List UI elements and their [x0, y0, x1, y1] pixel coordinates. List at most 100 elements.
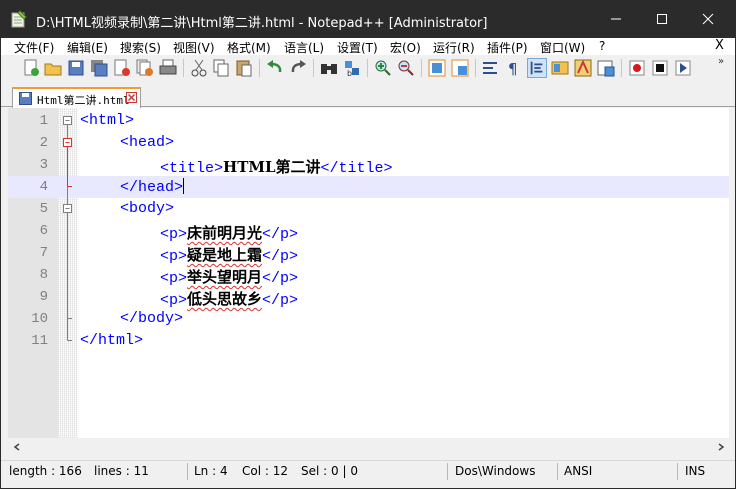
code-line[interactable]: 5 <body> [8, 198, 729, 220]
toolbar-separator [367, 59, 368, 77]
text-caret [183, 178, 185, 194]
sync-horizontal-icon[interactable] [450, 58, 470, 78]
cut-icon[interactable] [189, 58, 209, 78]
scroll-left-button[interactable] [8, 438, 25, 455]
play-macro-icon[interactable] [673, 58, 693, 78]
menu-macro[interactable]: 宏(O) [390, 39, 421, 56]
menu-format[interactable]: 格式(M) [227, 39, 271, 56]
line-number: 9 [39, 289, 48, 305]
code-line[interactable]: 7 <p>疑是地上霜</p> [8, 242, 729, 265]
line-number: 8 [39, 267, 48, 283]
minimize-button[interactable] [593, 0, 639, 38]
svg-text:b: b [347, 69, 352, 78]
close-all-icon[interactable] [135, 58, 155, 78]
status-insert-mode[interactable]: INS [685, 464, 705, 478]
word-wrap-icon[interactable] [481, 58, 501, 78]
tab-bar: Html第二讲.html [1, 83, 735, 108]
status-encoding[interactable]: ANSI [564, 464, 592, 478]
minimize-icon [611, 18, 621, 20]
status-line-number: Ln : 4 [194, 464, 228, 478]
show-all-characters-icon[interactable]: ¶ [504, 58, 524, 78]
toolbar-separator [183, 59, 184, 77]
line-number: 10 [31, 311, 48, 327]
redo-icon[interactable] [288, 58, 308, 78]
notepad-app-icon [11, 10, 27, 28]
code-line[interactable]: 9 <p>低头思故乡</p> [8, 286, 729, 309]
code-text: <head> [120, 134, 175, 151]
sync-vertical-icon[interactable] [427, 58, 447, 78]
title-bar[interactable]: D:\HTML视频录制\第二讲\Html第二讲.html - Notepad++… [1, 0, 735, 38]
open-file-icon[interactable] [43, 58, 63, 78]
menu-plugins[interactable]: 插件(P) [487, 39, 528, 56]
code-line[interactable]: 1 <html> [8, 110, 729, 132]
menu-language[interactable]: 语言(L) [284, 39, 324, 56]
toolbar: b ¶ » [1, 55, 735, 83]
tab-html-document[interactable]: Html第二讲.html [12, 87, 141, 108]
horizontal-scrollbar[interactable] [8, 438, 729, 455]
menu-file[interactable]: 文件(F) [14, 39, 54, 56]
code-text: <html> [80, 112, 135, 129]
menu-run[interactable]: 运行(R) [433, 39, 475, 56]
fold-markers [63, 116, 72, 341]
code-line[interactable]: 8 <p>举头望明月</p> [8, 264, 729, 287]
save-all-icon[interactable] [89, 58, 109, 78]
scroll-right-button[interactable] [712, 438, 729, 455]
code-editor[interactable]: 1 <html> 2 <head> 3 <title>HTML第二讲</titl… [8, 108, 729, 438]
maximize-button[interactable] [639, 0, 685, 38]
find-icon[interactable] [319, 58, 339, 78]
line-number: 11 [31, 333, 48, 349]
close-document-button[interactable]: X [715, 38, 724, 53]
status-eol-format[interactable]: Dos\Windows [455, 464, 535, 478]
status-lines: lines : 11 [94, 464, 149, 478]
code-line[interactable]: 6 <p>床前明月光</p> [8, 220, 729, 243]
print-icon[interactable] [158, 58, 178, 78]
paste-icon[interactable] [234, 58, 254, 78]
menu-window[interactable]: 窗口(W) [540, 39, 585, 56]
svg-text:¶: ¶ [508, 60, 518, 78]
code-line[interactable]: 11 </html> [8, 330, 729, 352]
menu-help[interactable]: ? [599, 39, 605, 53]
status-separator [557, 463, 558, 480]
code-text: <title>HTML第二讲</title> [160, 158, 393, 177]
save-icon[interactable] [66, 58, 86, 78]
toolbar-overflow-button[interactable]: » [718, 56, 724, 67]
new-file-icon[interactable] [21, 58, 41, 78]
menu-search[interactable]: 搜索(S) [120, 39, 161, 56]
code-text: <p>疑是地上霜</p> [160, 246, 299, 265]
code-text: <p>低头思故乡</p> [160, 290, 299, 309]
status-separator [677, 463, 678, 480]
function-list-icon[interactable] [573, 58, 593, 78]
menu-view[interactable]: 视图(V) [173, 39, 215, 56]
zoom-out-icon[interactable] [396, 58, 416, 78]
folder-as-workspace-icon[interactable] [596, 58, 616, 78]
copy-icon[interactable] [211, 58, 231, 78]
line-number: 3 [39, 157, 48, 173]
zoom-in-icon[interactable] [373, 58, 393, 78]
code-line-current[interactable]: 4 </head> [8, 176, 729, 198]
close-file-icon[interactable] [112, 58, 132, 78]
line-number: 2 [39, 135, 48, 151]
stop-macro-icon[interactable] [650, 58, 670, 78]
record-macro-icon[interactable] [627, 58, 647, 78]
document-map-icon[interactable] [550, 58, 570, 78]
code-line[interactable]: 3 <title>HTML第二讲</title> [8, 154, 729, 177]
code-line[interactable]: 2 <head> [8, 132, 729, 154]
undo-icon[interactable] [265, 58, 285, 78]
replace-icon[interactable]: b [342, 58, 362, 78]
status-separator [187, 463, 188, 480]
line-number: 1 [39, 113, 48, 129]
menu-settings[interactable]: 设置(T) [337, 39, 378, 56]
close-icon [702, 13, 714, 25]
menu-edit[interactable]: 编辑(E) [67, 39, 108, 56]
code-line[interactable]: 10 </body> [8, 308, 729, 330]
close-window-button[interactable] [685, 0, 731, 38]
notepad-plus-plus-window: D:\HTML视频录制\第二讲\Html第二讲.html - Notepad++… [0, 0, 736, 489]
toolbar-separator [259, 59, 260, 77]
line-number: 6 [39, 223, 48, 239]
status-column: Col : 12 [242, 464, 288, 478]
tab-close-icon[interactable] [126, 92, 137, 103]
indent-guide-icon[interactable] [527, 58, 547, 78]
line-number: 7 [39, 245, 48, 261]
maximize-icon [657, 14, 667, 24]
menu-bar: 文件(F) 编辑(E) 搜索(S) 视图(V) 格式(M) 语言(L) 设置(T… [1, 38, 735, 55]
